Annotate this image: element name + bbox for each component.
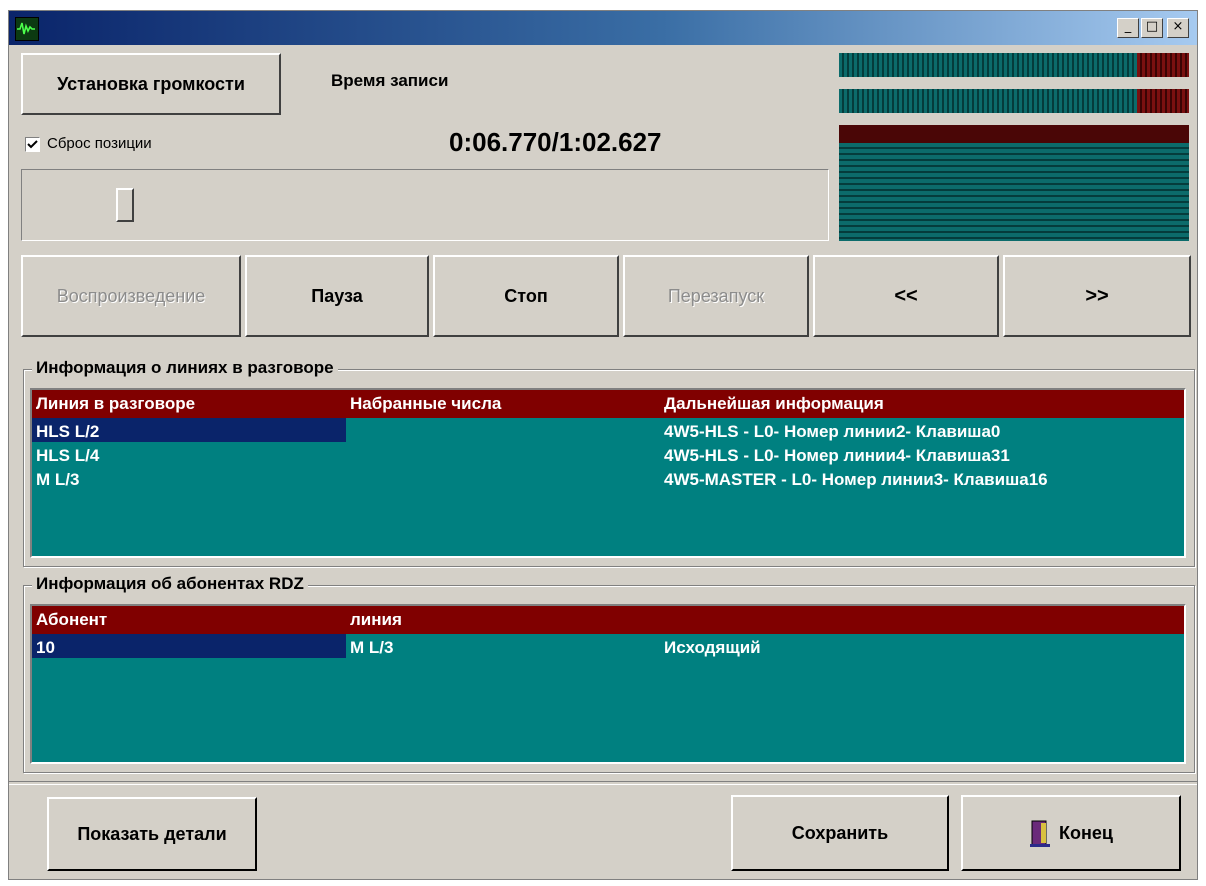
table-cell: HLS L/2 (36, 422, 100, 441)
rdz-info-group: Информация об абонентах RDZ Абонент лини… (23, 574, 1195, 773)
maximize-icon[interactable]: □ (1141, 18, 1163, 38)
close-icon[interactable]: × (1167, 18, 1189, 38)
table-cell: M L/3 (350, 638, 394, 657)
save-button-label: Сохранить (791, 822, 889, 843)
table-cell: M L/3 (36, 470, 80, 489)
time-display: 0:06.770/1:02.627 (449, 127, 662, 157)
stop-button[interactable]: Стоп (433, 255, 619, 337)
column-header[interactable]: Абонент (36, 610, 107, 630)
right-level-meter (839, 89, 1189, 113)
lines-info-title: Информация о линиях в разговоре (32, 358, 338, 378)
table-cell: 10 (36, 638, 55, 657)
rdz-table-header: Абонент линия (32, 606, 1184, 634)
table-row[interactable]: HLS L/2 4W5-HLS - L0- Номер линии2- Клав… (32, 418, 1184, 442)
reset-position-label: Сброс позиции (47, 135, 152, 152)
exit-button-label: Конец (1059, 822, 1113, 843)
column-header[interactable]: Набранные числа (350, 394, 501, 414)
table-row[interactable]: 10 M L/3 Исходящий (32, 634, 1184, 658)
lines-table-header: Линия в разговоре Набранные числа Дальне… (32, 390, 1184, 418)
lines-info-group: Информация о линиях в разговоре Линия в … (23, 358, 1195, 567)
table-cell: HLS L/4 (36, 446, 100, 465)
table-row[interactable]: HLS L/4 4W5-HLS - L0- Номер линии4- Клав… (32, 442, 1184, 466)
position-slider-thumb[interactable] (116, 188, 134, 222)
table-cell: 4W5-HLS - L0- Номер линии4- Клавиша31 (664, 446, 1010, 465)
volume-setup-button[interactable]: Установка громкости (21, 53, 281, 115)
table-cell: Исходящий (664, 638, 761, 657)
reset-position-checkbox[interactable] (25, 137, 40, 152)
rdz-table[interactable]: Абонент линия 10 M L/3 Исходящий (30, 604, 1186, 764)
waveform-icon[interactable] (15, 17, 39, 41)
minimize-icon[interactable]: _ (1117, 18, 1139, 38)
rewind-button[interactable]: << (813, 255, 999, 337)
restart-button[interactable]: Перезапуск (623, 255, 809, 337)
rdz-info-title: Информация об абонентах RDZ (32, 574, 308, 594)
lines-table[interactable]: Линия в разговоре Набранные числа Дальне… (30, 388, 1186, 558)
column-header[interactable]: линия (350, 610, 402, 630)
left-level-meter (839, 53, 1189, 77)
play-button[interactable]: Воспроизведение (21, 255, 241, 337)
app-window: _ □ × Установка громкости Время записи С… (8, 10, 1198, 880)
door-exit-icon (1030, 820, 1051, 847)
record-time-label: Время записи (331, 71, 449, 90)
bottom-separator (9, 781, 1197, 785)
forward-button[interactable]: >> (1003, 255, 1191, 337)
table-row[interactable]: M L/3 4W5-MASTER - L0- Номер линии3- Кла… (32, 466, 1184, 490)
table-cell: 4W5-HLS - L0- Номер линии2- Клавиша0 (664, 422, 1001, 441)
column-header[interactable]: Дальнейшая информация (664, 394, 884, 414)
column-header[interactable]: Линия в разговоре (36, 394, 195, 414)
right-peak-indicator (1136, 89, 1189, 113)
exit-button[interactable]: Конец (961, 795, 1181, 871)
show-details-button[interactable]: Показать детали (47, 797, 257, 871)
spectrum-peak-row (839, 125, 1189, 143)
checkmark-icon (27, 140, 38, 149)
position-slider-track[interactable] (21, 169, 829, 241)
left-peak-indicator (1136, 53, 1189, 77)
save-button[interactable]: Сохранить (731, 795, 949, 871)
spectrum-display (839, 125, 1189, 241)
row-selection (32, 634, 346, 658)
table-cell: 4W5-MASTER - L0- Номер линии3- Клавиша16 (664, 470, 1048, 489)
pause-button[interactable]: Пауза (245, 255, 429, 337)
title-bar[interactable]: _ □ × (9, 11, 1197, 45)
